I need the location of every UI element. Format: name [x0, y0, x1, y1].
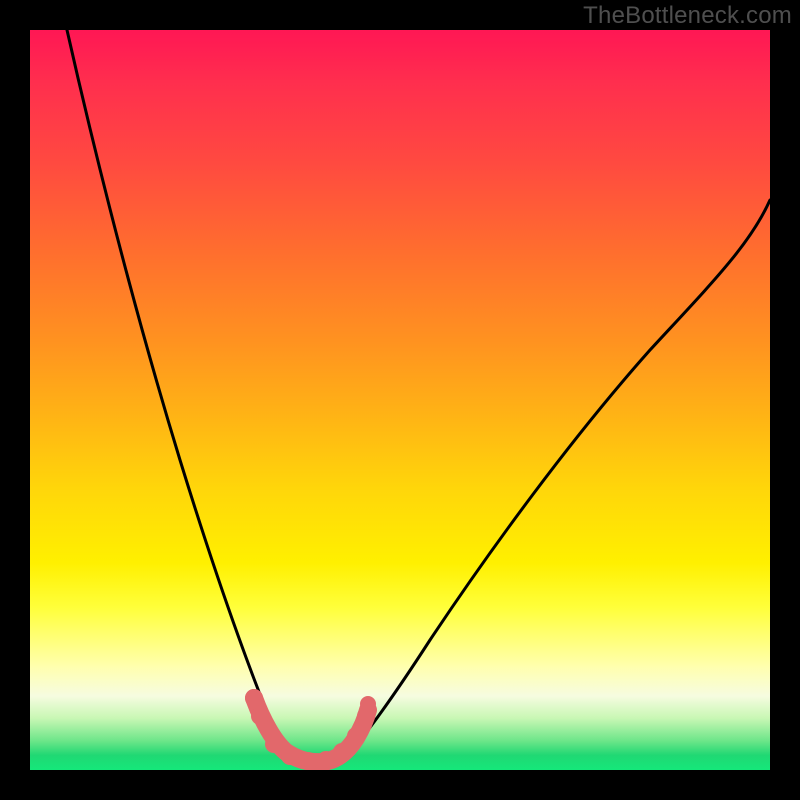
- curve-left: [67, 30, 298, 762]
- curve-right: [342, 200, 770, 762]
- curves-layer: [30, 30, 770, 770]
- watermark-text: TheBottleneck.com: [583, 2, 792, 30]
- chart-frame: TheBottleneck.com: [0, 0, 800, 800]
- plot-area: [30, 30, 770, 770]
